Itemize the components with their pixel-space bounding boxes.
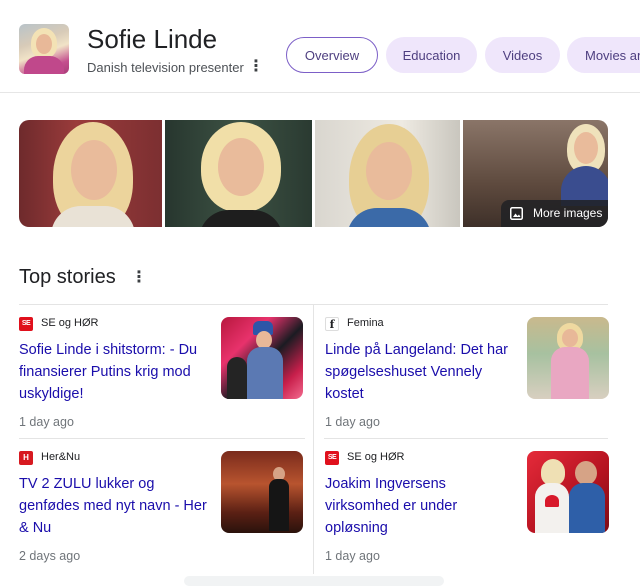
photo-face: [218, 138, 264, 196]
story-source: Her&Nu: [41, 451, 81, 463]
story-thumbnail[interactable]: [221, 451, 303, 533]
photo-face: [574, 132, 598, 164]
photo-clothing: [247, 347, 283, 399]
se-og-hor-logo-icon: SE: [19, 317, 33, 331]
photo-clothing: [551, 347, 589, 399]
avatar-clothing: [24, 56, 64, 74]
photo-clothing: [535, 483, 569, 533]
story-headline[interactable]: Joakim Ingversens virksomhed er under op…: [325, 473, 517, 539]
image-thumbnail-1[interactable]: [19, 120, 162, 227]
story-card[interactable]: SE SE og HØR Sofie Linde i shitstorm: - …: [19, 305, 305, 437]
photo-hair: [541, 459, 565, 485]
photo-face: [71, 140, 117, 200]
more-vert-icon[interactable]: ⋮: [131, 267, 147, 287]
story-age: 1 day ago: [19, 415, 74, 429]
her-og-nu-logo-icon: H: [19, 451, 33, 465]
tab-videos[interactable]: Videos: [485, 37, 560, 73]
story-headline[interactable]: Sofie Linde i shitstorm: - Du finansiere…: [19, 339, 211, 405]
story-card[interactable]: SE SE og HØR Joakim Ingversens virksomhe…: [325, 439, 611, 571]
image-icon: [510, 207, 523, 220]
tab-movies-and-tv-shows[interactable]: Movies and TV shows: [567, 37, 640, 73]
story-thumbnail[interactable]: [527, 451, 609, 533]
photo-person: [269, 479, 289, 531]
photo-face: [575, 461, 597, 485]
story-source: SE og HØR: [347, 451, 405, 463]
story-headline[interactable]: TV 2 ZULU lukker og genfødes med nyt nav…: [19, 473, 211, 539]
divider: [313, 304, 314, 574]
more-news-button[interactable]: [184, 576, 444, 586]
story-source: SE og HØR: [41, 317, 99, 329]
se-og-hor-logo-icon: SE: [325, 451, 339, 465]
photo-face: [366, 142, 412, 200]
femina-logo-icon: f: [325, 317, 339, 331]
tab-overview[interactable]: Overview: [286, 37, 378, 73]
tab-education[interactable]: Education: [386, 37, 477, 73]
story-source: Femina: [347, 317, 384, 329]
top-stories-heading: Top stories: [19, 266, 116, 288]
knowledge-panel-header: Sofie Linde Danish television presenter …: [0, 0, 640, 93]
story-thumbnail[interactable]: [527, 317, 609, 399]
tab-strip: Overview Education Videos Movies and TV …: [280, 0, 640, 92]
entity-subtitle: Danish television presenter: [87, 60, 244, 75]
story-thumbnail[interactable]: [221, 317, 303, 399]
photo-clothing: [199, 210, 283, 227]
image-thumbnail-3[interactable]: [315, 120, 460, 227]
page-title: Sofie Linde: [87, 24, 218, 54]
photo-clothing: [569, 483, 605, 533]
avatar-face: [36, 34, 52, 54]
story-age: 1 day ago: [325, 415, 380, 429]
story-age: 1 day ago: [325, 549, 380, 563]
photo-person: [227, 357, 247, 399]
more-images-label: More images: [533, 206, 603, 220]
story-card[interactable]: H Her&Nu TV 2 ZULU lukker og genfødes me…: [19, 439, 305, 571]
more-images-button[interactable]: More images: [501, 200, 608, 227]
more-vert-icon[interactable]: ⋮: [248, 58, 264, 76]
image-thumbnail-2[interactable]: [165, 120, 312, 227]
heart-icon: [545, 495, 559, 507]
avatar[interactable]: [19, 24, 69, 74]
story-card[interactable]: f Femina Linde på Langeland: Det har spø…: [325, 305, 611, 437]
photo-face: [562, 329, 578, 347]
story-age: 2 days ago: [19, 549, 81, 563]
story-headline[interactable]: Linde på Langeland: Det har spøgelseshus…: [325, 339, 517, 405]
